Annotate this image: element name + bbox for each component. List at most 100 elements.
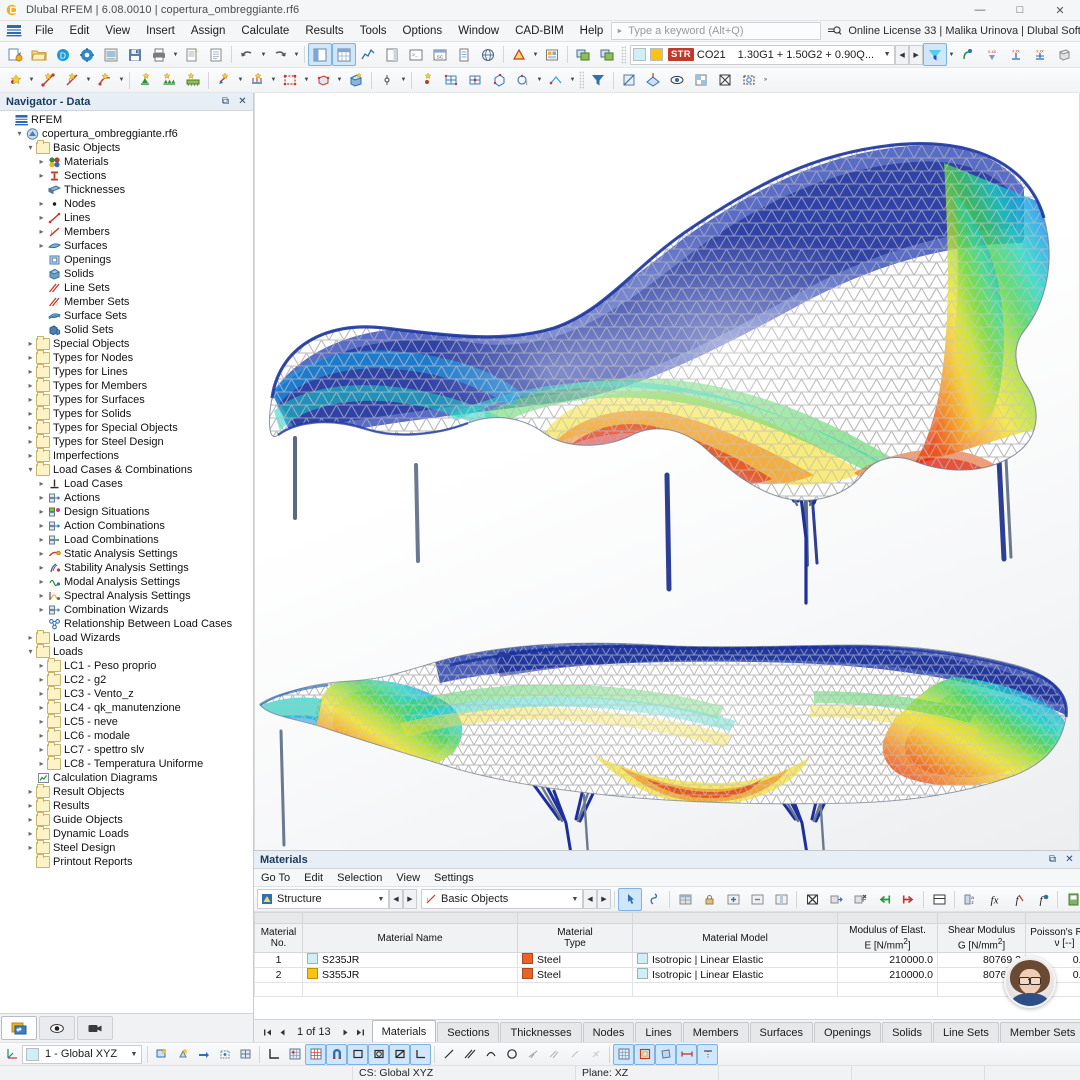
object-type-dropdown-icon[interactable]: ▼ [568, 896, 582, 903]
chevron-right-icon[interactable]: ▸ [25, 365, 36, 379]
menu-item-help[interactable]: Help [572, 23, 612, 39]
wireframe-icon[interactable] [713, 69, 737, 92]
pager-first-button[interactable] [260, 1024, 275, 1040]
chevron-right-icon[interactable]: ▸ [36, 673, 47, 687]
snap-grid-icon[interactable] [172, 1044, 193, 1065]
chevron-right-icon[interactable]: ▸ [36, 589, 47, 603]
chevron-right-icon[interactable]: ▸ [25, 631, 36, 645]
chevron-right-icon[interactable]: ▸ [36, 239, 47, 253]
work-plane-icon[interactable] [634, 1043, 655, 1065]
mesh-solid-icon[interactable] [487, 69, 511, 92]
tree-item-guide-objects[interactable]: ▸ Guide Objects [0, 812, 253, 827]
deformation-icon[interactable]: x.xx [1004, 43, 1028, 66]
chevron-right-icon[interactable]: ▸ [25, 449, 36, 463]
tree-item-lc5-neve[interactable]: ▸ LC5 - neve [0, 714, 253, 729]
print-dropdown-icon[interactable]: ▼ [171, 44, 180, 65]
chevron-right-icon[interactable]: ▸ [36, 687, 47, 701]
tree-item-thicknesses[interactable]: Thicknesses [0, 183, 253, 197]
pager-last-button[interactable] [353, 1024, 368, 1040]
mesh-refine-icon[interactable] [439, 69, 463, 92]
support-surface-icon[interactable] [181, 69, 205, 92]
navigator-panel-toggle-icon[interactable] [308, 43, 332, 66]
delete-all-icon[interactable] [800, 888, 824, 911]
formula-edit-icon[interactable]: f [1006, 888, 1030, 911]
new-surface-icon[interactable] [93, 69, 117, 92]
tab-materials[interactable]: Materials [371, 1020, 437, 1042]
combination-prev-button[interactable]: ◀ [895, 44, 910, 65]
column-header-poisson-s-ratio[interactable]: Poisson's Ratioν [--] [1025, 923, 1080, 954]
structure-prev-button[interactable]: ◀ [389, 889, 403, 909]
chevron-right-icon[interactable]: ▸ [36, 197, 47, 211]
support-node-icon[interactable] [133, 69, 157, 92]
mesh-surface-icon[interactable] [463, 69, 487, 92]
tree-item-types-for-lines[interactable]: ▸ Types for Lines [0, 364, 253, 379]
table-row[interactable]: 2 S355JR Steel Isotropic | Linear Elastic 21… [254, 967, 1080, 984]
maximize-button[interactable]: □ [1000, 0, 1040, 20]
menu-item-view[interactable]: View [97, 23, 138, 39]
tree-item-lc3-vento-z[interactable]: ▸ LC3 - Vento_z [0, 686, 253, 701]
tab-nodes[interactable]: Nodes [582, 1022, 635, 1042]
materials-menu-selection[interactable]: Selection [330, 871, 389, 885]
data-panel-icon[interactable]: SC [428, 43, 452, 66]
tree-item-solids[interactable]: Solids [0, 267, 253, 281]
chevron-right-icon[interactable]: ▸ [36, 715, 47, 729]
navigator-tab-display[interactable] [39, 1016, 75, 1040]
tree-item-relationship-between-load-cases[interactable]: Relationship Between Load Cases [0, 617, 253, 631]
tree-item-surfaces[interactable]: ▸ Surfaces [0, 239, 253, 253]
chevron-right-icon[interactable]: ▸ [36, 603, 47, 617]
tree-item-lines[interactable]: ▸ Lines [0, 211, 253, 225]
tree-item-loads[interactable]: ▾ Loads [0, 644, 253, 659]
tree-item-calculation-diagrams[interactable]: Calculation Diagrams [0, 771, 253, 785]
split-view-icon[interactable] [927, 888, 951, 911]
toolbar-grip[interactable] [579, 71, 584, 89]
navigator-tab-data[interactable] [1, 1016, 37, 1040]
tree-item-load-cases[interactable]: ▸ Load Cases [0, 477, 253, 491]
tree-item-modal-analysis-settings[interactable]: ▸ Modal Analysis Settings [0, 575, 253, 589]
undo-icon[interactable] [235, 43, 259, 66]
chevron-down-icon[interactable]: ▾ [14, 127, 25, 141]
pick-object-icon[interactable] [642, 888, 666, 911]
chevron-right-icon[interactable]: ▸ [36, 533, 47, 547]
object-snap-icon[interactable] [389, 1043, 410, 1065]
circle-guide-icon[interactable] [501, 1044, 522, 1065]
toolbar-grip[interactable] [621, 45, 626, 64]
tree-item-imperfections[interactable]: ▸ Imperfections [0, 448, 253, 463]
surface-load-icon[interactable] [278, 69, 302, 92]
tree-item-copertura-ombreggiante-rf6[interactable]: ▾ copertura_ombreggiante.rf6 [0, 127, 253, 141]
chevron-right-icon[interactable]: ▸ [25, 813, 36, 827]
chevron-right-icon[interactable]: ▸ [25, 421, 36, 435]
tree-item-lc2-g2[interactable]: ▸ LC2 - g2 [0, 672, 253, 687]
snap-node-icon[interactable] [151, 1044, 172, 1065]
formula-icon[interactable]: fx [982, 888, 1006, 911]
tree-item-lc7-spettro-slv[interactable]: ▸ LC7 - spettro slv [0, 742, 253, 757]
tree-item-stability-analysis-settings[interactable]: ▸ Stability Analysis Settings [0, 561, 253, 575]
tree-item-action-combinations[interactable]: ▸ Action Combinations [0, 519, 253, 533]
filter-dropdown-icon[interactable]: ▼ [947, 44, 956, 65]
table-empty-cell[interactable] [254, 982, 303, 998]
new-line-icon[interactable] [36, 69, 60, 92]
arc-guide-icon[interactable] [480, 1044, 501, 1065]
cloud-connect-icon[interactable]: D [51, 43, 75, 66]
snap-tangent-icon[interactable] [585, 1044, 606, 1065]
tree-item-lc4-qk-manutenzione[interactable]: ▸ LC4 - qk_manutenzione [0, 700, 253, 715]
mesh-node-icon[interactable] [415, 69, 439, 92]
plane-xz-icon[interactable] [655, 1043, 676, 1065]
app-menu-icon[interactable] [6, 24, 22, 38]
close-button[interactable]: ✕ [1040, 0, 1080, 20]
chevron-right-icon[interactable]: ▸ [36, 547, 47, 561]
load-combination-selector[interactable]: STR CO21 1.30G1 + 1.50G2 + 0.90Q... ▼ [630, 44, 896, 65]
tab-members[interactable]: Members [682, 1022, 749, 1042]
tree-item-types-for-steel-design[interactable]: ▸ Types for Steel Design [0, 434, 253, 449]
nodal-load-dropdown-icon[interactable]: ▼ [236, 70, 245, 91]
tab-lines[interactable]: Lines [635, 1022, 682, 1042]
chevron-down-icon[interactable]: ▾ [25, 645, 36, 659]
cell-material-type[interactable]: Steel [517, 967, 633, 984]
work-plane-grid-icon[interactable] [613, 1043, 634, 1065]
tab-surfaces[interactable]: Surfaces [749, 1022, 813, 1042]
tree-item-basic-objects[interactable]: ▾ Basic Objects [0, 140, 253, 155]
tree-item-load-cases-combinations[interactable]: ▾ Load Cases & Combinations [0, 462, 253, 477]
render-quality-icon[interactable] [689, 69, 713, 92]
tree-item-results[interactable]: ▸ Results [0, 798, 253, 813]
measure-icon[interactable] [676, 1043, 697, 1065]
materials-menu-go-to[interactable]: Go To [254, 871, 297, 885]
